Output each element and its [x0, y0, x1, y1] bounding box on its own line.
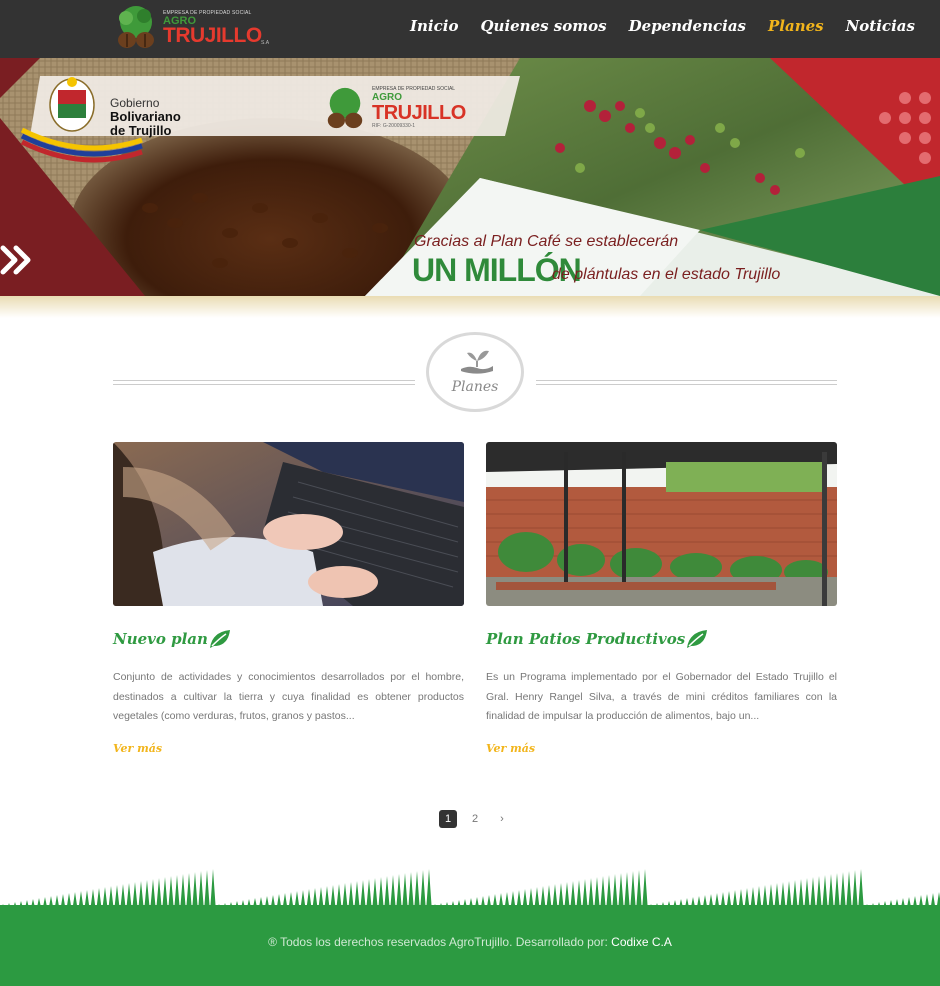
- nav-quienes-somos[interactable]: Quienes somos: [480, 17, 606, 41]
- section-divider-left: [113, 380, 415, 385]
- footer-copyright: ® Todos los derechos reservados AgroTruj…: [0, 935, 940, 949]
- next-page-button[interactable]: ›: [493, 810, 511, 828]
- section-badge: Planes: [426, 332, 524, 412]
- banner-tagline-3: de plántulas en el estado Trujillo: [552, 266, 781, 283]
- banner-shadow: [0, 296, 940, 318]
- plan-image-laptop[interactable]: [113, 442, 464, 606]
- hand-plant-icon: [461, 350, 493, 374]
- gov-label: Gobierno Bolivariano de Trujillo: [110, 97, 181, 138]
- site-header: EMPRESA DE PROPIEDAD SOCIAL AGRO TRUJILL…: [0, 0, 940, 58]
- plan-title-text[interactable]: Nuevo plan: [113, 630, 208, 648]
- logo-suffix-text: S.A: [261, 40, 270, 46]
- logo-name-text: TRUJILLO: [163, 24, 262, 47]
- site-logo[interactable]: EMPRESA DE PROPIEDAD SOCIAL AGRO TRUJILL…: [113, 4, 273, 52]
- nav-dependencias[interactable]: Dependencias: [629, 17, 746, 41]
- gov-line-2: Bolivariano: [110, 109, 181, 124]
- logo-tree-icon: [118, 6, 154, 48]
- laptop-photo: [113, 442, 464, 606]
- plan-title[interactable]: Nuevo plan: [113, 628, 232, 650]
- plan-title-text[interactable]: Plan Patios Productivos: [486, 630, 685, 648]
- hero-banner: Gobierno Bolivariano de Trujillo EMPRESA…: [0, 58, 940, 296]
- developer-link[interactable]: Codixe C.A: [611, 935, 672, 949]
- plan-description: Es un Programa implementado por el Gober…: [486, 671, 837, 722]
- read-more-link[interactable]: Ver más: [486, 742, 535, 755]
- plan-image-greenhouse[interactable]: [486, 442, 837, 606]
- footer-copyright-text: ® Todos los derechos reservados AgroTruj…: [268, 935, 608, 949]
- plan-description: Conjunto de actividades y conocimientos …: [113, 671, 464, 722]
- banner-tagline-1: Gracias al Plan Café se establecerán: [414, 233, 679, 250]
- leaf-icon: [209, 630, 230, 648]
- nav-noticias[interactable]: Noticias: [846, 17, 915, 41]
- page-2-button[interactable]: 2: [466, 810, 484, 828]
- section-title: Planes: [451, 379, 499, 395]
- double-chevron-right-icon[interactable]: [0, 244, 34, 276]
- plan-title[interactable]: Plan Patios Productivos: [486, 628, 709, 650]
- nav-planes[interactable]: Planes: [768, 17, 824, 41]
- section-divider-right: [536, 380, 837, 385]
- banner-logo-name: TRUJILLO: [372, 102, 466, 124]
- main-nav: Inicio Quienes somos Dependencias Planes…: [410, 17, 915, 41]
- page-1-button[interactable]: 1: [439, 810, 457, 828]
- site-footer: ® Todos los derechos reservados AgroTruj…: [0, 905, 940, 986]
- gov-line-3: de Trujillo: [110, 123, 172, 138]
- leaf-icon: [687, 630, 708, 648]
- pagination: 1 2 ›: [439, 810, 520, 828]
- banner-logo-tree-icon: [327, 87, 363, 129]
- banner-logo: EMPRESA DE PROPIEDAD SOCIAL AGRO TRUJILL…: [372, 86, 466, 129]
- greenhouse-photo: [486, 442, 837, 606]
- read-more-link[interactable]: Ver más: [113, 742, 162, 755]
- nav-inicio[interactable]: Inicio: [410, 17, 458, 41]
